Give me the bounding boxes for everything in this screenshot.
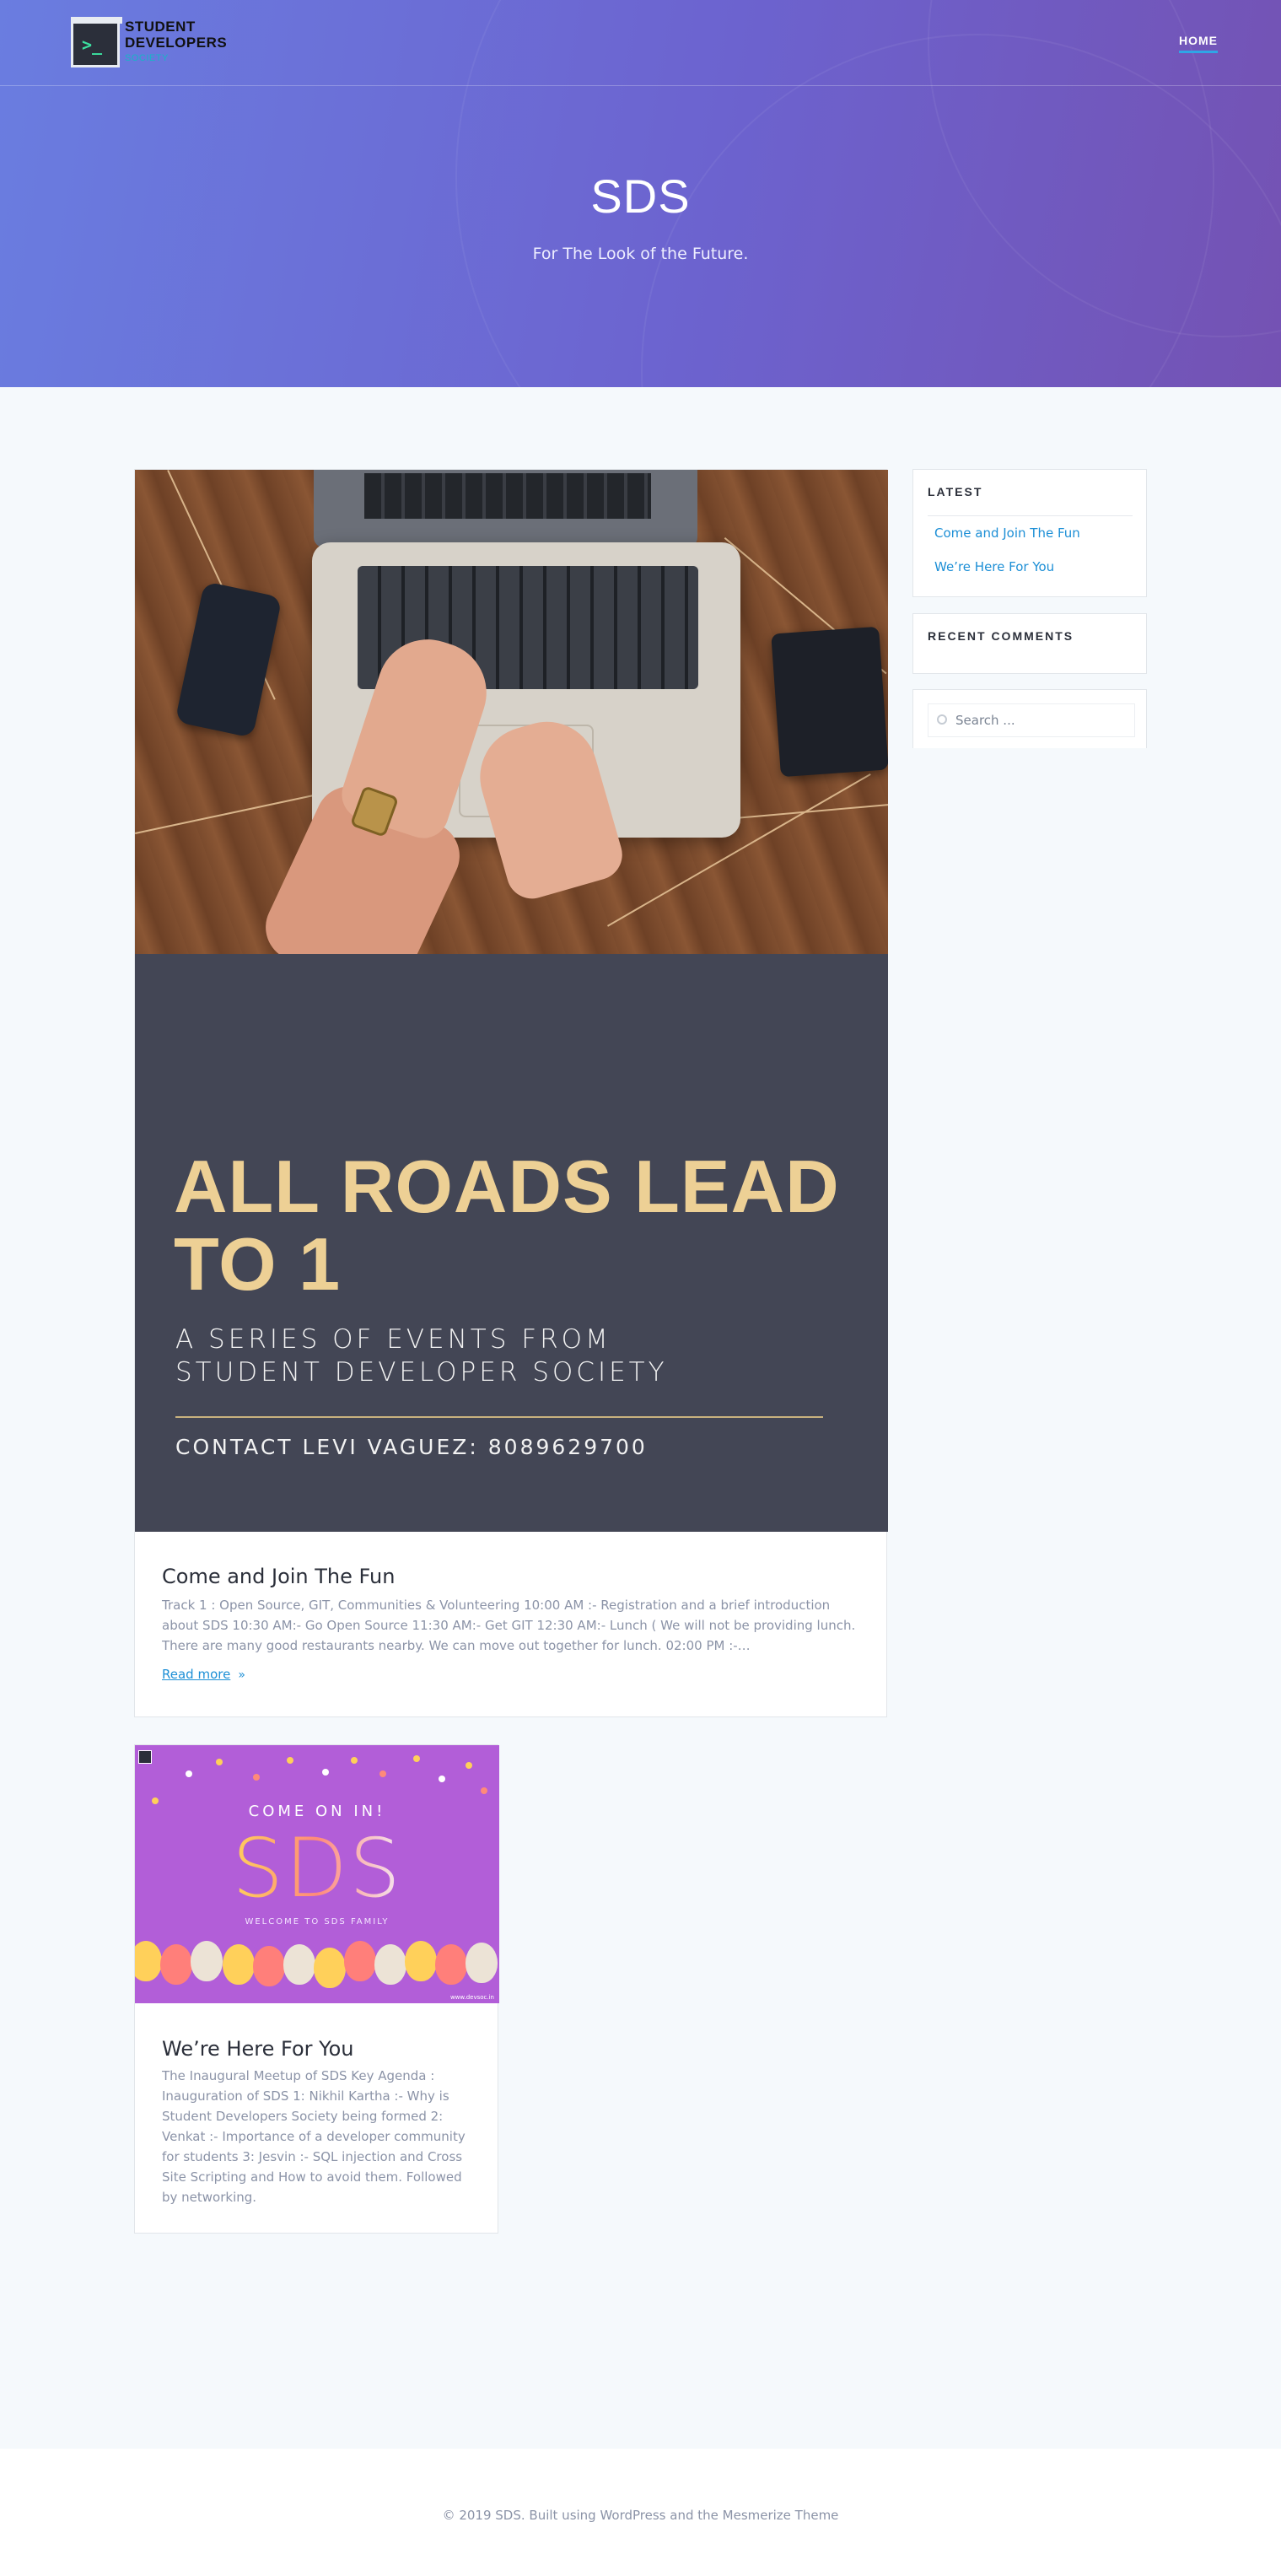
image-sds-text: SDS bbox=[135, 1821, 499, 1916]
post-featured-photo[interactable] bbox=[135, 470, 888, 954]
image-headline: COME ON IN! bbox=[248, 1803, 386, 1820]
read-more-link[interactable]: Read more bbox=[162, 1667, 230, 1682]
logo-text: STUDENT DEVELOPERS SOCIETY bbox=[125, 19, 227, 67]
post-title[interactable]: We’re Here For You bbox=[162, 2037, 477, 2061]
recent-comments-widget: RECENT COMMENTS bbox=[912, 613, 1147, 674]
widget-title: RECENT COMMENTS bbox=[928, 629, 1074, 643]
post-card: COME ON IN! SDS WELCOME TO SDS FAMILY ww… bbox=[134, 1744, 499, 2234]
poster-divider bbox=[175, 1416, 823, 1418]
search-widget bbox=[912, 689, 1147, 748]
logo-line-2: DEVELOPERS bbox=[125, 34, 228, 51]
terminal-logo-icon: >_ bbox=[71, 17, 122, 67]
wallet-icon bbox=[771, 626, 888, 778]
search-icon bbox=[937, 714, 947, 725]
post-featured-image[interactable]: COME ON IN! SDS WELCOME TO SDS FAMILY ww… bbox=[135, 1745, 499, 2003]
latest-posts-widget: LATEST Come and Join The Fun We’re Here … bbox=[912, 469, 1147, 597]
post-body: We’re Here For You The Inaugural Meetup … bbox=[162, 2037, 477, 2207]
logo-line-1: STUDENT bbox=[125, 18, 196, 35]
poster-subheading-line: STUDENT DEVELOPER SOCIETY bbox=[175, 1357, 668, 1388]
double-chevron-right-icon: » bbox=[238, 1668, 245, 1682]
hero-title: SDS bbox=[590, 170, 691, 223]
post-excerpt: The Inaugural Meetup of SDS Key Agenda :… bbox=[162, 2068, 466, 2205]
widget-title: LATEST bbox=[928, 485, 983, 498]
search-input[interactable] bbox=[954, 711, 1122, 730]
poster-heading: ALL ROADS LEAD TO 1 bbox=[174, 1145, 840, 1306]
post-title[interactable]: Come and Join The Fun bbox=[162, 1565, 862, 1588]
nav-home-link[interactable]: HOME bbox=[1179, 34, 1218, 53]
poster-subheading-line: A SERIES OF EVENTS FROM bbox=[175, 1324, 611, 1355]
post-body: Come and Join The Fun Track 1 : Open Sou… bbox=[162, 1565, 862, 1682]
image-sds-text: SDS bbox=[232, 1821, 402, 1916]
poster-subheading: A SERIES OF EVENTS FROM STUDENT DEVELOPE… bbox=[175, 1323, 850, 1389]
post-card: ALL ROADS LEAD TO 1 A SERIES OF EVENTS F… bbox=[134, 469, 888, 1717]
site-footer: © 2019 SDS. Built using WordPress and th… bbox=[0, 2449, 1281, 2576]
read-more-row: Read more » bbox=[162, 1666, 862, 1682]
widget-divider bbox=[928, 515, 1133, 516]
image-url-text: www.devsoc.in bbox=[449, 1994, 494, 2001]
poster-contact: CONTACT LEVI VAGUEZ: 8089629700 bbox=[175, 1435, 648, 1459]
hero-subtitle: For The Look of the Future. bbox=[532, 245, 749, 263]
latest-post-link[interactable]: Come and Join The Fun bbox=[934, 525, 1080, 541]
post-excerpt: Track 1 : Open Source, GIT, Communities … bbox=[162, 1598, 856, 1653]
search-box bbox=[928, 703, 1135, 737]
hero-section: >_ STUDENT DEVELOPERS SOCIETY HOME SDS F… bbox=[0, 0, 1281, 387]
top-navigation-bar: >_ STUDENT DEVELOPERS SOCIETY HOME bbox=[0, 0, 1281, 86]
site-logo[interactable]: >_ STUDENT DEVELOPERS SOCIETY bbox=[71, 17, 227, 67]
footer-copyright: © 2019 SDS. Built using WordPress and th… bbox=[442, 2508, 839, 2523]
logo-line-3: SOCIETY bbox=[125, 52, 169, 63]
image-welcome-text: WELCOME TO SDS FAMILY bbox=[245, 1917, 390, 1927]
terminal-logo-icon bbox=[138, 1750, 152, 1764]
event-poster[interactable]: ALL ROADS LEAD TO 1 A SERIES OF EVENTS F… bbox=[135, 954, 888, 1532]
latest-post-link[interactable]: We’re Here For You bbox=[934, 559, 1054, 574]
